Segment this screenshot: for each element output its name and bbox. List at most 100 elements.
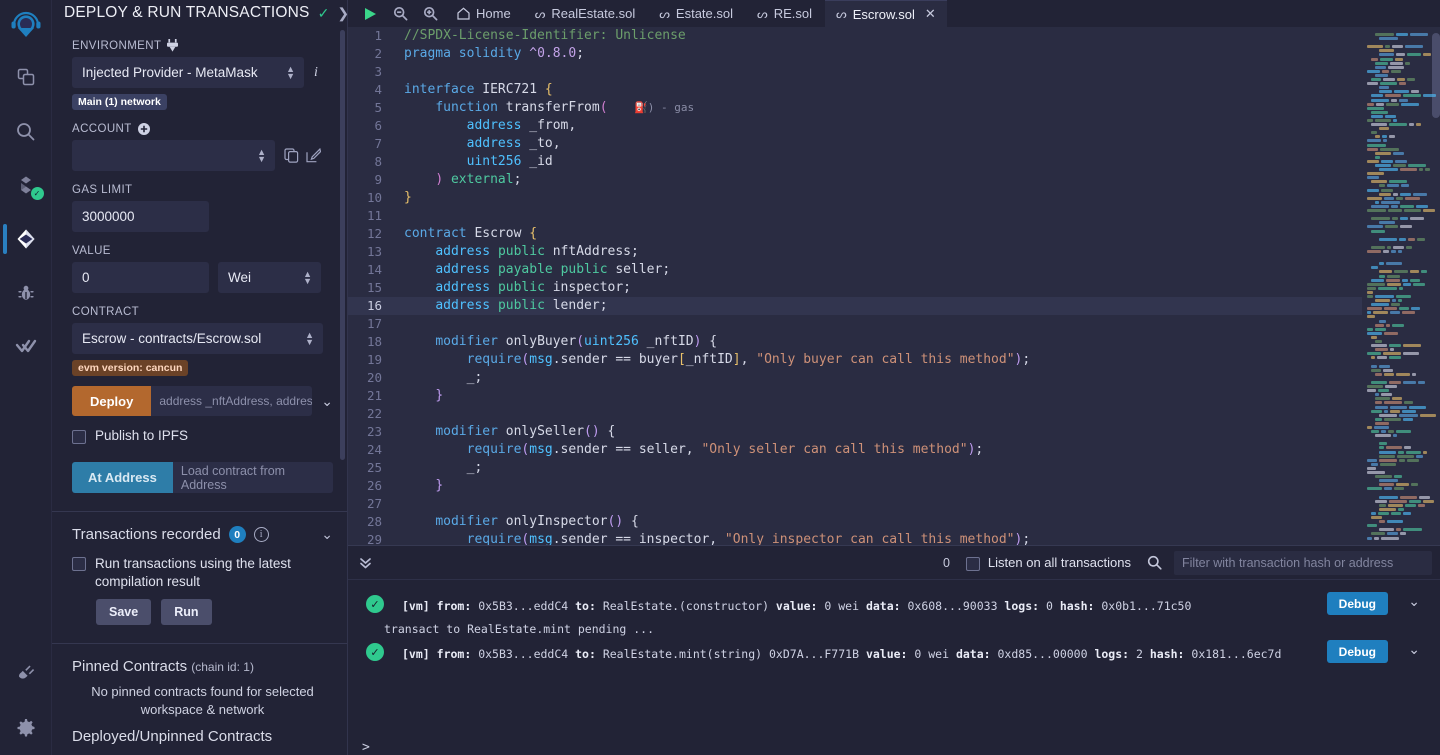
zoom-in-icon[interactable] [416, 0, 444, 27]
run-icon[interactable] [356, 0, 384, 27]
gas-limit-input[interactable]: 3000000 [72, 201, 209, 232]
code-line[interactable]: 29 require(msg.sender == inspector, "Onl… [348, 531, 1362, 545]
copy-icon[interactable] [284, 148, 299, 163]
code-line[interactable]: 2 pragma solidity ^0.8.0; [348, 45, 1362, 63]
debug-button[interactable]: Debug [1326, 592, 1388, 615]
info-icon[interactable]: i [314, 65, 318, 81]
panel-scrollbar[interactable] [340, 30, 345, 460]
settings-gear-icon[interactable] [0, 711, 52, 745]
save-button[interactable]: Save [96, 599, 152, 626]
value-unit-select[interactable]: Wei ▲ ▼ [218, 262, 321, 293]
tab-home-label: Home [476, 6, 511, 21]
code-line[interactable]: 27 [348, 495, 1362, 513]
code-line[interactable]: 11 [348, 207, 1362, 225]
publish-ipfs-row[interactable]: Publish to IPFS [72, 428, 333, 444]
code-editor[interactable]: 1 //SPDX-License-Identifier: Unlicense 2 pr… [348, 27, 1362, 545]
code-line[interactable]: 19 require(msg.sender == buyer[_nftID], … [348, 351, 1362, 369]
tab-escrow-sol[interactable]: ᔕ Escrow.sol ✕ [825, 0, 947, 27]
minimap-line [1364, 466, 1436, 470]
search-icon[interactable] [1147, 555, 1162, 570]
code-line[interactable]: 13 address public nftAddress; [348, 243, 1362, 261]
pinned-contracts-title: Pinned Contracts (chain id: 1) [72, 658, 254, 676]
code-line[interactable]: 25 _; [348, 459, 1362, 477]
editor-scrollbar[interactable] [1432, 33, 1440, 118]
code-line[interactable]: 7 address _to, [348, 135, 1362, 153]
transaction-log-row[interactable]: ✓ [vm] from: 0x5B3...eddC4 to: RealEstate… [348, 588, 1440, 636]
account-select[interactable]: ▲ ▼ [72, 140, 275, 171]
transaction-log-row[interactable]: ✓ [vm] from: 0x5B3...eddC4 to: RealEstate… [348, 636, 1440, 667]
minimap-line [1364, 487, 1436, 491]
code-line[interactable]: 3 [348, 63, 1362, 81]
code-line[interactable]: 6 address _from, [348, 117, 1362, 135]
remix-logo[interactable] [4, 4, 48, 48]
close-icon[interactable]: ✕ [925, 6, 936, 22]
chevron-right-icon[interactable]: ❯ [337, 5, 349, 22]
tab-estate-sol[interactable]: ᔕ Estate.sol [648, 0, 744, 27]
chevron-down-icon[interactable]: ⌄ [312, 393, 333, 410]
code-line[interactable]: 22 [348, 405, 1362, 423]
plus-circle-icon[interactable] [137, 123, 150, 135]
code-line[interactable]: 17 [348, 315, 1362, 333]
at-address-input[interactable]: Load contract from Address [172, 462, 333, 493]
code-line[interactable]: 28 modifier onlyInspector() { [348, 513, 1362, 531]
environment-select[interactable]: Injected Provider - MetaMask ▲ ▼ [72, 57, 304, 88]
chevron-down-icon[interactable]: ⌄ [1408, 593, 1420, 610]
terminal-prompt[interactable]: > [348, 732, 1440, 755]
publish-ipfs-checkbox[interactable] [72, 430, 86, 444]
minimap-line [1364, 442, 1436, 446]
minimap-line [1364, 262, 1436, 266]
deploy-button[interactable]: Deploy [72, 386, 152, 416]
chevron-down-icon[interactable]: ⌄ [1408, 641, 1420, 658]
run-latest-compilation-row[interactable]: Run transactions using the latest compil… [72, 555, 333, 590]
code-line[interactable]: 23 modifier onlySeller() { [348, 423, 1362, 441]
code-line[interactable]: 24 require(msg.sender == seller, "Only s… [348, 441, 1362, 459]
terminal-log: ✓ [vm] from: 0x5B3...eddC4 to: RealEstate… [348, 580, 1440, 732]
minimap-line [1364, 242, 1436, 245]
code-line[interactable]: 14 address payable public seller; [348, 261, 1362, 279]
transaction-filter-input[interactable]: Filter with transaction hash or address [1174, 550, 1432, 575]
code-line[interactable]: 18 modifier onlyBuyer(uint256 _nftID) { [348, 333, 1362, 351]
editor-minimap[interactable] [1362, 27, 1440, 545]
contract-select[interactable]: Escrow - contracts/Escrow.sol ▲ ▼ [72, 323, 323, 354]
at-address-button[interactable]: At Address [72, 462, 173, 493]
run-latest-compilation-checkbox[interactable] [72, 557, 86, 571]
code-line[interactable]: 8 uint256 _id [348, 153, 1362, 171]
minimap-line [1364, 405, 1436, 409]
edit-icon[interactable] [306, 148, 321, 163]
code-line[interactable]: 21 } [348, 387, 1362, 405]
deploy-args-input[interactable]: address _nftAddress, address _se [151, 386, 313, 416]
sidebar-item-solidity-compiler[interactable]: ✓ [0, 168, 52, 202]
sidebar-item-search[interactable] [0, 114, 52, 148]
info-icon[interactable]: i [253, 527, 269, 542]
debug-button[interactable]: Debug [1326, 640, 1388, 663]
chevron-double-down-icon[interactable] [358, 555, 386, 570]
zoom-out-icon[interactable] [386, 0, 414, 27]
code-line[interactable]: 12 contract Escrow { [348, 225, 1362, 243]
code-line[interactable]: 10} [348, 189, 1362, 207]
code-line[interactable]: 15 address public inspector; [348, 279, 1362, 297]
sidebar-item-debugger[interactable] [0, 276, 52, 310]
sidebar-item-unit-testing[interactable] [0, 330, 52, 364]
tab-realestate-sol[interactable]: ᔕ RealEstate.sol [524, 0, 647, 27]
code-line[interactable]: 16 address public lender; [348, 297, 1362, 315]
transactions-recorded-header[interactable]: Transactions recorded 0 i ⌄ [72, 526, 333, 543]
code-line[interactable]: 4 interface IERC721 { [348, 81, 1362, 99]
code-line[interactable]: 20 _; [348, 369, 1362, 387]
minimap-line [1364, 266, 1436, 270]
value-input[interactable]: 0 [72, 262, 209, 293]
line-number: 29 [366, 532, 382, 545]
sidebar-item-deploy-run[interactable] [0, 222, 52, 256]
tab-re-sol[interactable]: ᔕ RE.sol [746, 0, 823, 27]
tab-home[interactable]: Home [446, 0, 522, 27]
plugin-manager-icon[interactable] [0, 655, 52, 689]
listen-all-transactions-checkbox[interactable] [965, 556, 980, 571]
run-button[interactable]: Run [161, 599, 212, 626]
code-line[interactable]: 9 ) external; [348, 171, 1362, 189]
code-line[interactable]: 26 } [348, 477, 1362, 495]
recorded-actions: Save Run [96, 599, 333, 626]
chevron-down-icon[interactable]: ⌄ [321, 526, 333, 543]
listen-all-transactions-row[interactable]: Listen on all transactions [965, 555, 1131, 571]
code-line[interactable]: 1 //SPDX-License-Identifier: Unlicense [348, 27, 1362, 45]
code-line[interactable]: 5 function transferFrom( ⛽) - gas [348, 99, 1362, 117]
sidebar-item-file-explorer[interactable] [0, 60, 52, 94]
